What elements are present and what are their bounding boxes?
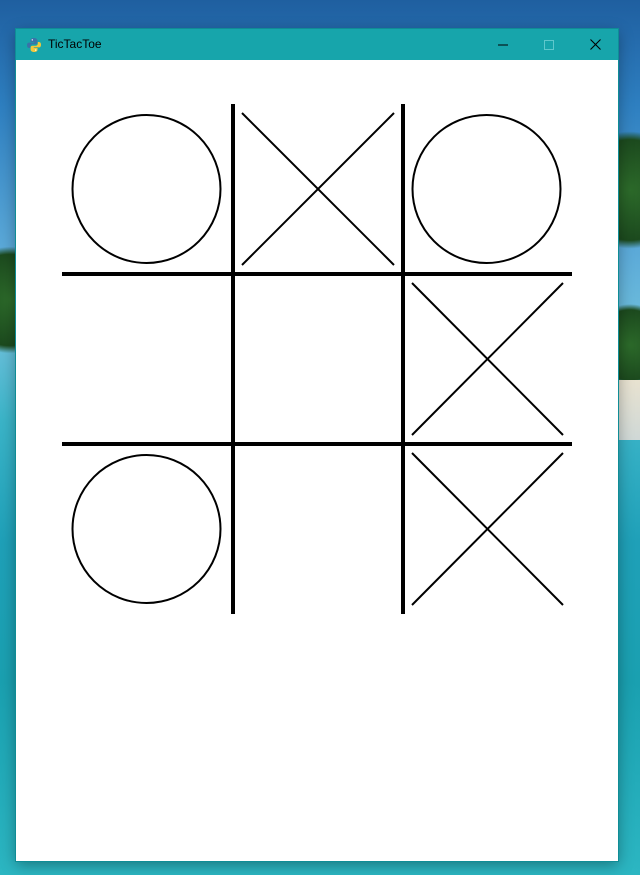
window-title: TicTacToe [48,37,102,51]
board-cell-0-0[interactable] [62,104,233,274]
minimize-icon [498,44,508,45]
maximize-icon [544,39,554,50]
tictactoe-board[interactable] [16,60,618,861]
maximize-button[interactable] [526,29,572,60]
board-cell-0-2[interactable] [403,104,572,274]
close-icon [589,39,601,50]
close-button[interactable] [572,29,618,60]
board-cell-1-0[interactable] [62,274,233,444]
game-canvas[interactable] [16,60,618,861]
window-titlebar[interactable]: TicTacToe [16,29,618,60]
board-cell-1-1[interactable] [233,274,403,444]
minimize-button[interactable] [480,29,526,60]
python-icon [26,37,42,53]
tictactoe-window: TicTacToe [16,29,618,861]
window-controls [480,29,618,60]
board-cell-2-0[interactable] [62,444,233,614]
board-cell-2-1[interactable] [233,444,403,614]
